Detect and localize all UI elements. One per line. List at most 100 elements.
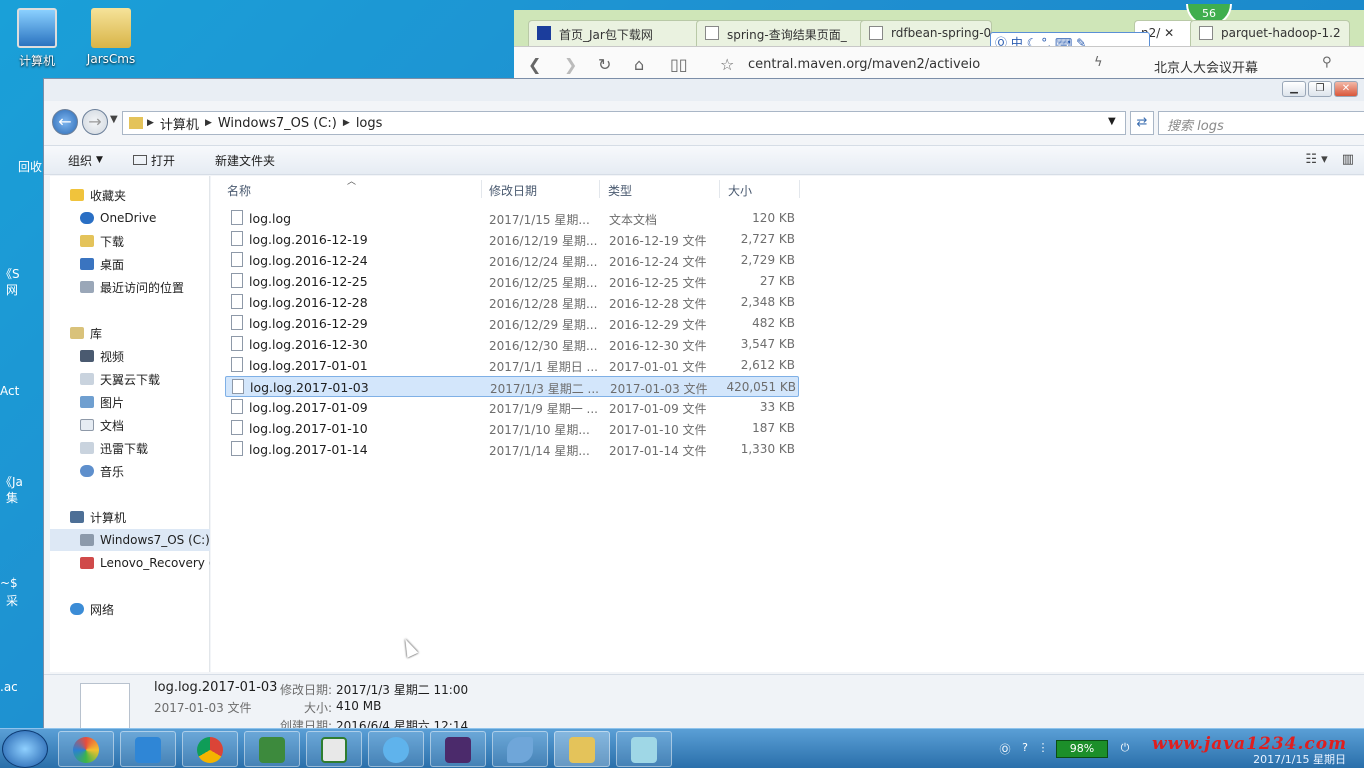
table-row[interactable]: log.log.2017-01-01 2017/1/1 星期日 ... 2017-0… [225, 355, 799, 376]
taskbar-app-mysql[interactable] [492, 731, 548, 767]
sidebar-item-xunlei[interactable]: 迅雷下载 [50, 437, 210, 459]
search-input[interactable]: 搜索 logs [1158, 111, 1364, 135]
taskbar-app-camtasia[interactable] [244, 731, 300, 767]
taskbar-app-photos[interactable] [58, 731, 114, 767]
file-name[interactable]: log.log.2016-12-25 [249, 274, 479, 289]
taskbar-app-chrome[interactable] [182, 731, 238, 767]
table-row[interactable]: log.log.2017-01-09 2017/1/9 星期一 ... 2017-0… [225, 397, 799, 418]
battery-indicator[interactable]: 98% [1056, 740, 1108, 758]
maximize-button[interactable]: ❐ [1308, 81, 1332, 97]
table-row[interactable]: log.log.2016-12-19 2016/12/19 星期... 2016-1… [225, 229, 799, 250]
back-icon[interactable]: ❮ [528, 55, 541, 74]
path-history-dropdown-icon[interactable]: ▼ [1108, 116, 1116, 127]
star-icon[interactable]: ☆ [720, 55, 734, 74]
browser-tab[interactable]: spring-查询结果页面_ [696, 20, 868, 46]
browser-search-field[interactable]: 北京人大会议开幕 [1154, 57, 1258, 76]
reader-icon[interactable]: ▯▯ [670, 55, 688, 74]
table-row[interactable]: log.log.2016-12-29 2016/12/29 星期... 2016-1… [225, 313, 799, 334]
sidebar-item-tianyi-cloud[interactable]: 天翼云下载 [50, 368, 210, 390]
table-row[interactable]: log.log.2016-12-28 2016/12/28 星期... 2016-1… [225, 292, 799, 313]
sidebar-item-music[interactable]: 音乐 [50, 460, 210, 482]
forward-icon[interactable]: ❯ [564, 55, 577, 74]
sidebar-item-libraries[interactable]: 库 [50, 322, 210, 344]
forward-button[interactable]: → [82, 109, 108, 135]
column-divider[interactable] [799, 180, 800, 198]
desktop-icon-jarscms[interactable]: JarsCms [74, 8, 148, 66]
sidebar-item-videos[interactable]: 视频 [50, 345, 210, 367]
chevron-right-icon[interactable]: ▶ [147, 118, 154, 128]
sidebar-item-downloads[interactable]: 下载 [50, 230, 210, 252]
start-button[interactable] [2, 730, 48, 768]
table-row[interactable]: log.log 2017/1/15 星期... 文本文档 120 KB [225, 208, 799, 229]
preview-pane-icon[interactable]: ▥ [1342, 152, 1354, 167]
file-name[interactable]: log.log.2016-12-28 [249, 295, 479, 310]
search-icon[interactable]: ⚲ [1322, 55, 1332, 70]
table-row[interactable]: log.log.2016-12-25 2016/12/25 星期... 2016-1… [225, 271, 799, 292]
table-row[interactable]: log.log.2016-12-30 2016/12/30 星期... 2016-1… [225, 334, 799, 355]
file-name[interactable]: log.log.2017-01-03 [250, 380, 480, 395]
desktop-icon-computer[interactable]: 计算机 [0, 8, 74, 69]
sidebar-item-recent[interactable]: 最近访问的位置 [50, 276, 210, 298]
home-icon[interactable]: ⌂ [634, 55, 644, 74]
ime-icon[interactable]: Ⓞ [998, 741, 1012, 756]
sidebar-item-c-drive[interactable]: Windows7_OS (C:) [50, 529, 210, 551]
taskbar-app-browser[interactable] [368, 731, 424, 767]
taskbar-app-eclipse[interactable] [430, 731, 486, 767]
sidebar-item-recovery-drive[interactable]: Lenovo_Recovery ( [50, 552, 210, 574]
file-name[interactable]: log.log.2017-01-10 [249, 421, 479, 436]
column-divider[interactable] [719, 180, 720, 198]
help-icon[interactable]: ? [1018, 741, 1032, 755]
clock-date[interactable]: 2017/1/15 星期日 [1253, 751, 1346, 767]
open-button[interactable]: 打开 [132, 152, 175, 169]
tray-expand-icon[interactable]: ⋮ [1036, 741, 1050, 755]
browser-tab[interactable]: parquet-hadoop-1.2 [1190, 20, 1350, 46]
browser-tab[interactable]: rdfbean-spring-0 [860, 20, 992, 46]
sidebar-item-favorites[interactable]: 收藏夹 [50, 184, 210, 206]
minimize-button[interactable]: ▁ [1282, 81, 1306, 97]
power-plug-icon[interactable]: ⏻ [1118, 741, 1132, 755]
sidebar-item-onedrive[interactable]: OneDrive [50, 207, 210, 229]
column-header-size[interactable]: 大小 [728, 182, 752, 199]
sidebar-item-pictures[interactable]: 图片 [50, 391, 210, 413]
lightning-icon[interactable]: ϟ [1094, 55, 1103, 70]
file-name[interactable]: log.log.2017-01-14 [249, 442, 479, 457]
organize-button[interactable]: 组织 ▼ [68, 152, 103, 169]
column-divider[interactable] [599, 180, 600, 198]
close-tab-icon[interactable]: ✕ [1164, 26, 1174, 40]
taskbar-app-camtasia-recorder[interactable] [306, 731, 362, 767]
breadcrumb-logs[interactable]: logs [356, 116, 383, 131]
title-bar[interactable]: ▁ ❐ ✕ [44, 79, 1364, 101]
file-name[interactable]: log.log.2016-12-30 [249, 337, 479, 352]
column-header-date[interactable]: 修改日期 [489, 182, 537, 199]
file-name[interactable]: log.log [249, 211, 479, 226]
chevron-right-icon[interactable]: ▶ [343, 118, 350, 128]
view-options-icon[interactable]: ☷ ▾ [1305, 152, 1327, 167]
file-name[interactable]: log.log.2016-12-19 [249, 232, 479, 247]
sidebar-item-computer[interactable]: 计算机 [50, 506, 210, 528]
sidebar-item-desktop[interactable]: 桌面 [50, 253, 210, 275]
column-header-type[interactable]: 类型 [608, 182, 632, 199]
column-header-name[interactable]: 名称 [227, 182, 251, 199]
breadcrumb-computer[interactable]: 计算机 [160, 114, 199, 133]
breadcrumb-drive[interactable]: Windows7_OS (C:) [218, 116, 337, 131]
refresh-button[interactable]: ⇄ [1130, 111, 1154, 135]
taskbar-app-wps[interactable] [120, 731, 176, 767]
back-button[interactable]: ← [52, 109, 78, 135]
file-name[interactable]: log.log.2017-01-01 [249, 358, 479, 373]
breadcrumb[interactable]: ▶ 计算机 ▶ Windows7_OS (C:) ▶ logs [122, 111, 1126, 135]
reload-icon[interactable]: ↻ [598, 55, 611, 74]
browser-tab[interactable]: 首页_Jar包下载网 [528, 20, 704, 46]
chevron-right-icon[interactable]: ▶ [205, 118, 212, 128]
file-name[interactable]: log.log.2016-12-29 [249, 316, 479, 331]
new-folder-button[interactable]: 新建文件夹 [215, 152, 275, 169]
close-button[interactable]: ✕ [1334, 81, 1358, 97]
table-row[interactable]: log.log.2017-01-03 2017/1/3 星期二 ... 2017-0… [225, 376, 799, 397]
file-name[interactable]: log.log.2016-12-24 [249, 253, 479, 268]
sidebar-item-documents[interactable]: 文档 [50, 414, 210, 436]
taskbar-app-notepad[interactable] [616, 731, 672, 767]
url-field[interactable]: central.maven.org/maven2/activeio [748, 57, 980, 72]
table-row[interactable]: log.log.2017-01-10 2017/1/10 星期... 2017-01… [225, 418, 799, 439]
file-name[interactable]: log.log.2017-01-09 [249, 400, 479, 415]
column-divider[interactable] [481, 180, 482, 198]
table-row[interactable]: log.log.2016-12-24 2016/12/24 星期... 2016-1… [225, 250, 799, 271]
